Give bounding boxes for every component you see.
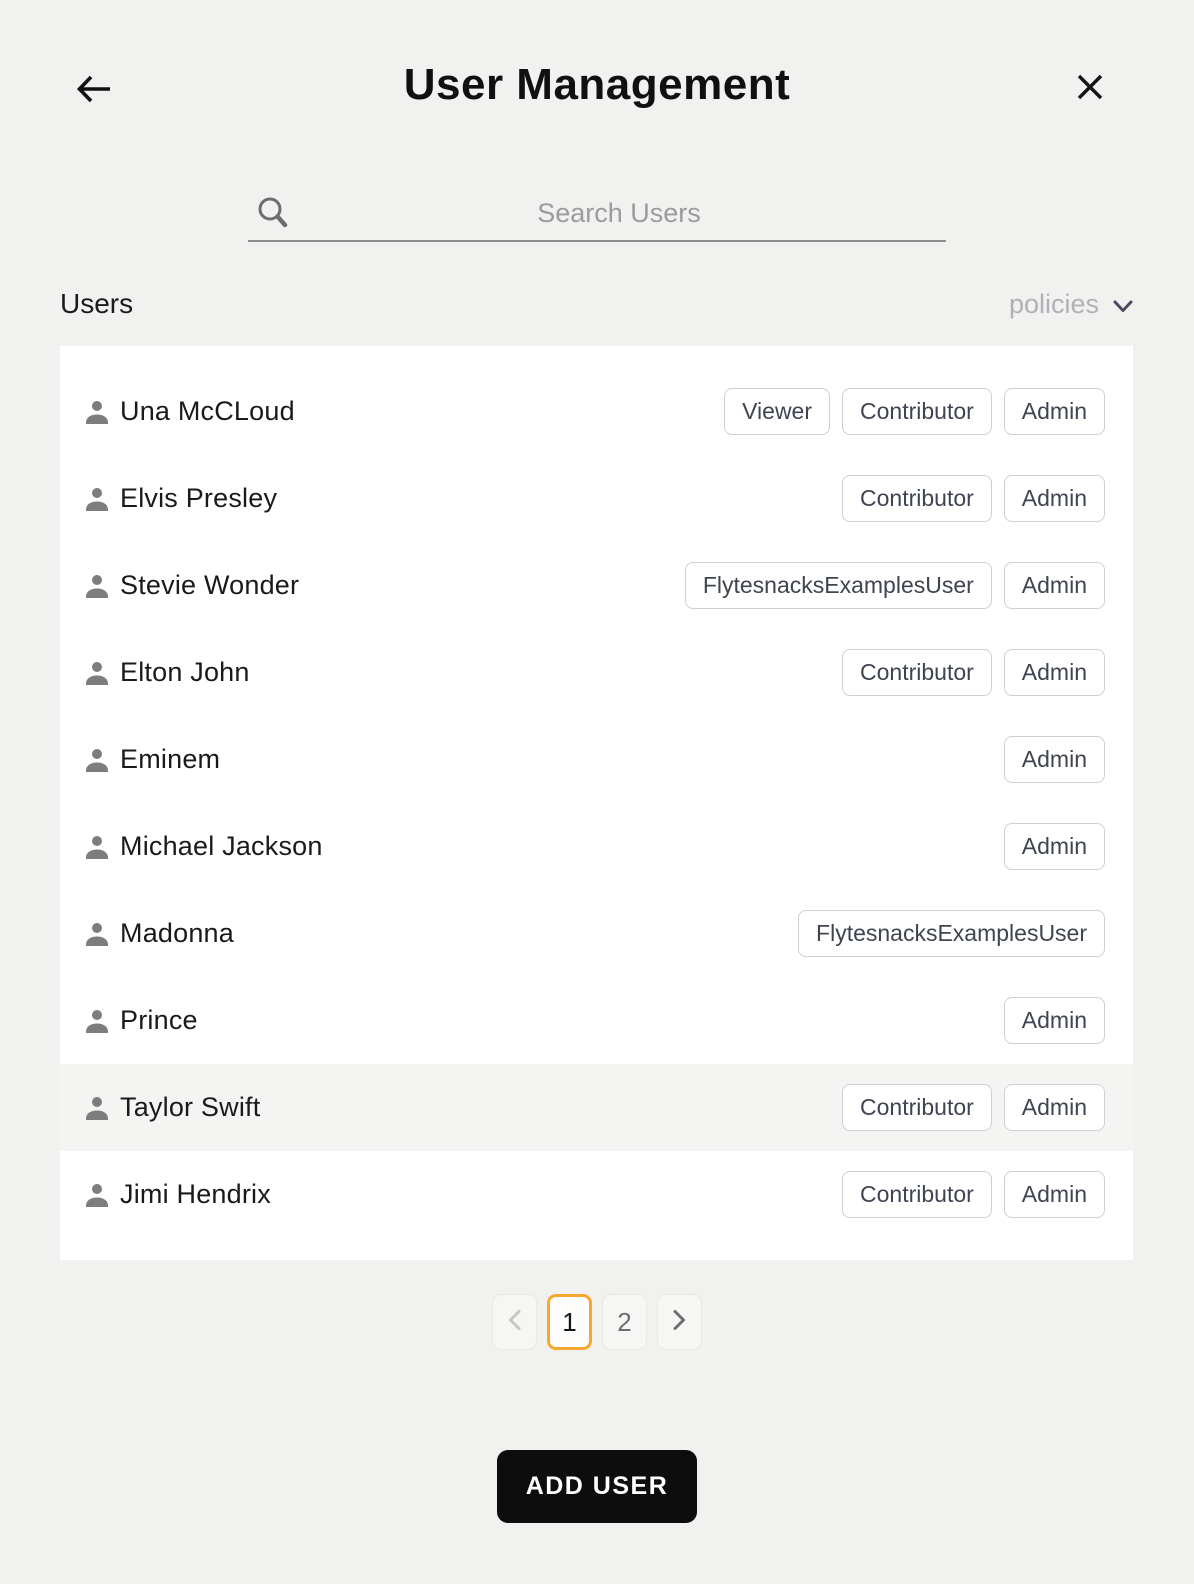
role-badges: FlytesnacksExamplesUser	[798, 910, 1105, 957]
role-badges: Contributor Admin	[842, 1084, 1105, 1131]
users-label: Users	[60, 288, 133, 320]
user-name: Elvis Presley	[120, 483, 277, 514]
user-icon	[84, 572, 110, 600]
user-icon	[84, 1094, 110, 1122]
user-name: Taylor Swift	[120, 1092, 260, 1123]
role-badges: Contributor Admin	[842, 1171, 1105, 1218]
user-row[interactable]: Elton John Contributor Admin	[60, 629, 1133, 716]
user-row[interactable]: Eminem Admin	[60, 716, 1133, 803]
user-name: Elton John	[120, 657, 250, 688]
role-badge[interactable]: Admin	[1004, 1171, 1105, 1218]
role-badge[interactable]: Contributor	[842, 649, 992, 696]
search-icon	[254, 194, 292, 232]
user-row[interactable]: Prince Admin	[60, 977, 1133, 1064]
role-badge[interactable]: Contributor	[842, 388, 992, 435]
user-name: Prince	[120, 1005, 198, 1036]
role-badges: Admin	[1004, 997, 1105, 1044]
user-row[interactable]: Una McCLoud Viewer Contributor Admin	[60, 368, 1133, 455]
policies-label: policies	[1009, 289, 1099, 320]
user-icon	[84, 746, 110, 774]
role-badge[interactable]: Admin	[1004, 1084, 1105, 1131]
user-icon	[84, 485, 110, 513]
user-name: Eminem	[120, 744, 220, 775]
user-icon	[84, 1181, 110, 1209]
arrow-left-icon	[75, 72, 113, 109]
role-badge[interactable]: Admin	[1004, 388, 1105, 435]
role-badge[interactable]: Contributor	[842, 1084, 992, 1131]
user-icon	[84, 1007, 110, 1035]
user-icon	[84, 398, 110, 426]
chevron-left-icon	[507, 1307, 522, 1338]
user-icon	[84, 833, 110, 861]
pagination-prev[interactable]	[492, 1294, 537, 1350]
pagination-next[interactable]	[657, 1294, 702, 1350]
user-list: Una McCLoudViewerContributorAdminElvis P…	[60, 346, 1133, 1260]
role-badges: Contributor Admin	[842, 649, 1105, 696]
user-row[interactable]: Michael Jackson Admin	[60, 803, 1133, 890]
add-user-button[interactable]: ADD USER	[497, 1450, 697, 1523]
role-badge[interactable]: Admin	[1004, 736, 1105, 783]
user-name: Michael Jackson	[120, 831, 323, 862]
user-row[interactable]: Madonna FlytesnacksExamplesUser	[60, 890, 1133, 977]
user-row[interactable]: Taylor Swift Contributor Admin	[60, 1064, 1133, 1151]
role-badge[interactable]: Viewer	[724, 388, 830, 435]
user-icon	[84, 920, 110, 948]
close-button[interactable]	[1068, 66, 1112, 110]
user-row[interactable]: Elvis Presley Contributor Admin	[60, 455, 1133, 542]
chevron-right-icon	[672, 1307, 687, 1338]
pagination-page-2[interactable]: 2	[602, 1294, 647, 1350]
user-row[interactable]: Jimi Hendrix Contributor Admin	[60, 1151, 1133, 1238]
pagination: 12	[0, 1294, 1194, 1350]
close-icon	[1075, 72, 1105, 105]
user-icon	[84, 659, 110, 687]
role-badge[interactable]: FlytesnacksExamplesUser	[798, 910, 1105, 957]
role-badge[interactable]: Contributor	[842, 475, 992, 522]
role-badges: Admin	[1004, 823, 1105, 870]
pagination-page-1[interactable]: 1	[547, 1294, 592, 1350]
back-button[interactable]	[72, 68, 116, 112]
user-name: Jimi Hendrix	[120, 1179, 271, 1210]
role-badge[interactable]: FlytesnacksExamplesUser	[685, 562, 992, 609]
role-badge[interactable]: Admin	[1004, 649, 1105, 696]
page-title: User Management	[0, 0, 1194, 110]
role-badge[interactable]: Admin	[1004, 997, 1105, 1044]
user-name: Una McCLoud	[120, 396, 295, 427]
role-badges: Contributor Admin	[842, 475, 1105, 522]
user-name: Stevie Wonder	[120, 570, 299, 601]
role-badge[interactable]: Admin	[1004, 562, 1105, 609]
search-bar	[248, 194, 946, 242]
list-header: Users policies	[60, 288, 1133, 320]
role-badges: Admin	[1004, 736, 1105, 783]
user-row[interactable]: Stevie Wonder FlytesnacksExamplesUser Admi…	[60, 542, 1133, 629]
policies-dropdown[interactable]: policies	[1009, 289, 1133, 320]
search-input[interactable]	[292, 198, 946, 229]
role-badges: FlytesnacksExamplesUser Admin	[685, 562, 1105, 609]
chevron-down-icon	[1113, 289, 1133, 320]
role-badge[interactable]: Admin	[1004, 823, 1105, 870]
user-name: Madonna	[120, 918, 234, 949]
user-management-dialog: User Management Users policies	[0, 0, 1194, 1584]
role-badges: Viewer Contributor Admin	[724, 388, 1105, 435]
dialog-header: User Management	[0, 0, 1194, 130]
role-badge[interactable]: Admin	[1004, 475, 1105, 522]
role-badge[interactable]: Contributor	[842, 1171, 992, 1218]
